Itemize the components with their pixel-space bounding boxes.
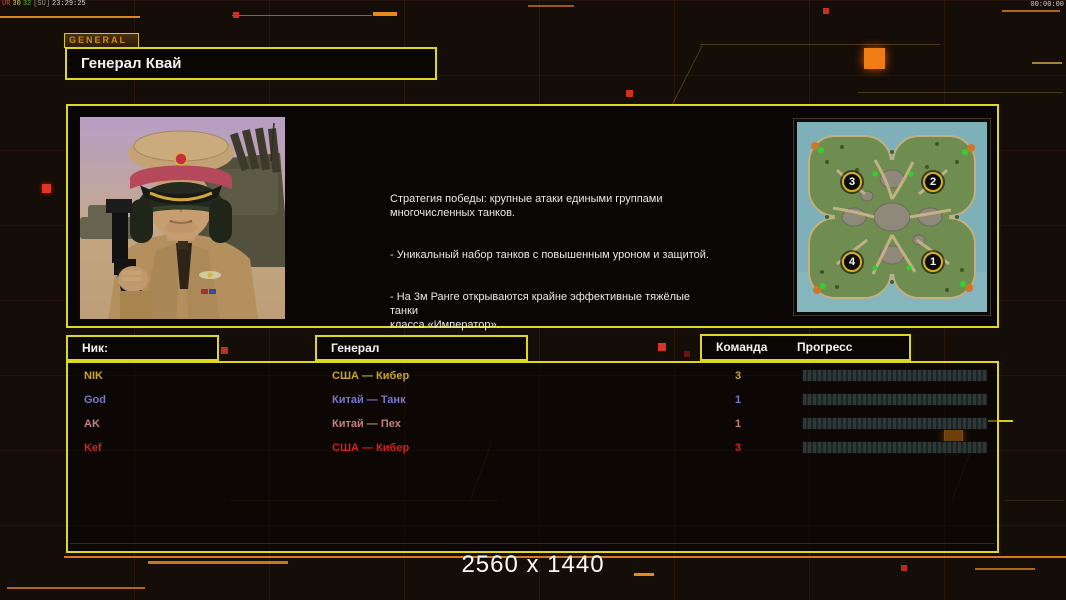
spawn-point-2: 2 (923, 172, 943, 192)
decor-dash (148, 561, 288, 564)
description-paragraph: - Уникальный набор танков с повышенным у… (390, 249, 709, 261)
player-nick: God (84, 394, 106, 406)
decor-square-red (221, 347, 228, 354)
stat-value: 32 (22, 0, 32, 8)
decor-dash (232, 15, 372, 16)
decor-blue-line (70, 543, 995, 544)
decor-dash (1032, 62, 1062, 64)
page-title: Генерал Квай (81, 55, 182, 72)
player-nick: Kef (84, 442, 102, 454)
description-paragraph: Стратегия победы: крупные атаки едиными … (390, 193, 663, 219)
progress-bar (802, 417, 988, 430)
decor-square-red (233, 12, 239, 18)
spawn-point-3: 3 (842, 172, 862, 192)
column-header-nick: Ник: (66, 335, 219, 361)
decor-trace (858, 92, 1063, 93)
decor-square-orange (864, 48, 885, 69)
decor-dash (1002, 10, 1060, 12)
players-table: NIK США — Кибер 3 God Китай — Танк 1 AK … (66, 361, 999, 553)
stat-value: 30 (12, 0, 21, 8)
general-header-label: Генерал (331, 341, 380, 355)
player-row: Kef США — Кибер 3 (68, 437, 997, 459)
general-portrait-image (80, 117, 285, 319)
match-timer: 00:00:00 (1030, 1, 1064, 9)
player-team: 3 (734, 442, 742, 454)
stat-tag: [SU] (33, 0, 51, 8)
map-preview: 3 2 4 1 (793, 118, 991, 316)
decor-square-red (42, 184, 51, 193)
general-portrait (79, 116, 286, 320)
decor-square-red (901, 565, 907, 571)
player-general: Китай — Пех (332, 418, 401, 430)
decor-trace (1004, 500, 1064, 501)
general-title-box: Генерал Квай (65, 47, 437, 80)
decor-trace (672, 45, 703, 105)
spawn-point-4: 4 (842, 252, 862, 272)
progress-bar (802, 441, 988, 454)
player-nick: AK (84, 418, 100, 430)
lobby-loading-screen: UR 30 32 [SU] 23:29:25 00:00:00 GENERAL Гене… (0, 0, 1066, 600)
player-general: США — Кибер (332, 442, 410, 454)
description-paragraph: - На 3м Ранге открываются крайне эффекти… (390, 291, 691, 331)
decor-dash (634, 573, 654, 576)
general-description: Стратегия победы: крупные атаки едиными … (390, 178, 720, 360)
system-stats-overlay: UR 30 32 [SU] 23:29:25 (2, 1, 88, 8)
player-row: AK Китай — Пех 1 (68, 413, 997, 435)
decor-dash (975, 568, 1035, 570)
decor-dash (373, 12, 397, 16)
decor-trace (700, 44, 940, 45)
player-team: 3 (734, 370, 742, 382)
decor-square-red (626, 90, 633, 97)
player-general: США — Кибер (332, 370, 410, 382)
general-info-panel: Стратегия победы: крупные атаки едиными … (66, 104, 999, 331)
player-row: NIK США — Кибер 3 (68, 365, 997, 387)
progress-bar (802, 369, 988, 382)
decor-dash (528, 5, 574, 7)
clock-value: 23:29:25 (52, 0, 86, 8)
player-team: 1 (734, 394, 742, 406)
column-header-team-progress: Команда Прогресс (700, 334, 911, 361)
player-general: Китай — Танк (332, 394, 406, 406)
progress-header-label: Прогресс (797, 340, 853, 354)
column-header-general: Генерал (315, 335, 528, 361)
resolution-label: 2560 x 1440 (461, 551, 605, 578)
player-row: God Китай — Танк 1 (68, 389, 997, 411)
stat-label: UR (2, 0, 11, 8)
decor-dash (7, 587, 145, 589)
decor-square-red (823, 8, 829, 14)
nick-header-label: Ник: (82, 341, 109, 355)
tab-general: GENERAL (64, 33, 139, 48)
map-preview-image (797, 122, 987, 312)
progress-bar (802, 393, 988, 406)
spawn-point-1: 1 (923, 252, 943, 272)
decor-dash (0, 16, 140, 18)
team-header-label: Команда (716, 340, 768, 354)
player-nick: NIK (84, 370, 103, 382)
player-team: 1 (734, 418, 742, 430)
